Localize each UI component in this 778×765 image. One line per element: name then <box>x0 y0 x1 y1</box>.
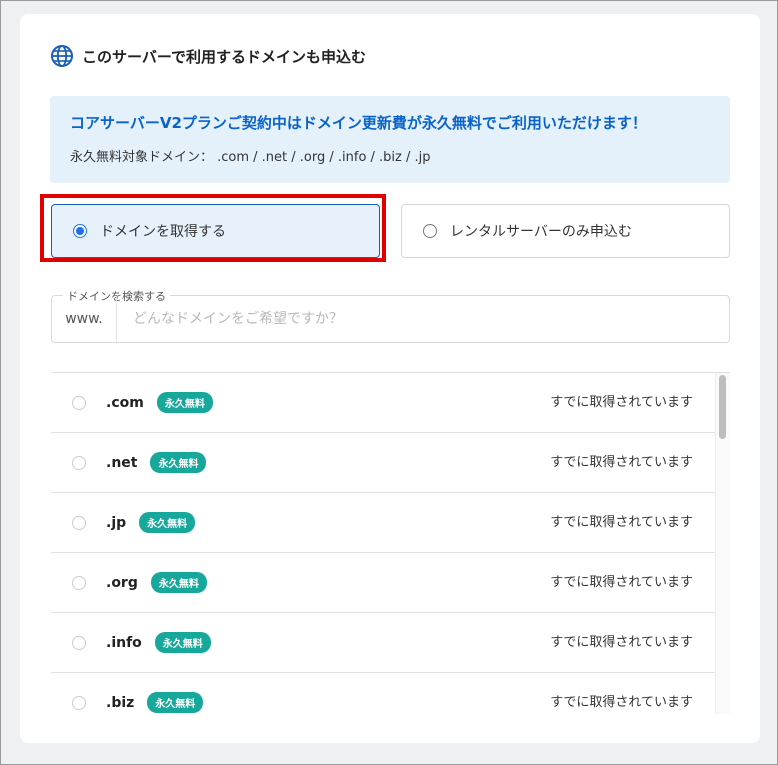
domain-search-field: ドメインを検索する www. <box>51 288 730 343</box>
globe-icon <box>51 45 73 67</box>
option-label: レンタルサーバーのみ申込む <box>450 224 632 240</box>
domain-list-rows: .com 永久無料 すでに取得されています .net 永久無料 すでに取得されて… <box>51 373 715 714</box>
search-input[interactable] <box>117 296 727 342</box>
free-badge: 永久無料 <box>150 572 207 593</box>
free-badge: 永久無料 <box>147 692 204 713</box>
domain-row[interactable]: .net 永久無料 すでに取得されています <box>51 433 715 493</box>
option-get-domain[interactable]: ドメインを取得する <box>51 204 380 258</box>
domain-radio[interactable] <box>72 695 86 710</box>
page-title: このサーバーで利用するドメインも申込む <box>82 47 366 66</box>
domain-row[interactable]: .info 永久無料 すでに取得されています <box>51 613 715 673</box>
domain-status: すでに取得されています <box>550 695 693 710</box>
domain-tld: .com <box>106 394 144 411</box>
domain-list: .com 永久無料 すでに取得されています .net 永久無料 すでに取得されて… <box>51 372 730 714</box>
domain-row[interactable]: .org 永久無料 すでに取得されています <box>51 553 715 613</box>
domain-status: すでに取得されています <box>550 635 693 650</box>
free-badge: 永久無料 <box>156 392 213 413</box>
radio-unselected[interactable] <box>423 224 437 238</box>
domain-tld: .net <box>106 454 138 471</box>
option-server-only[interactable]: レンタルサーバーのみ申込む <box>401 204 730 258</box>
info-banner-subtitle: 永久無料対象ドメイン： .com / .net / .org / .info /… <box>70 150 431 165</box>
domain-radio[interactable] <box>72 515 86 530</box>
domain-radio[interactable] <box>72 395 86 410</box>
option-label: ドメインを取得する <box>100 224 226 240</box>
domain-tld: .jp <box>106 514 127 531</box>
info-banner: コアサーバーV2プランご契約中はドメイン更新費が永久無料でご利用いただけます！ … <box>50 96 730 183</box>
domain-tld: .info <box>106 634 142 651</box>
domain-status: すでに取得されています <box>550 395 693 410</box>
domain-radio[interactable] <box>72 575 86 590</box>
list-scrollbar[interactable] <box>715 373 730 714</box>
domain-row[interactable]: .jp 永久無料 すでに取得されています <box>51 493 715 553</box>
domain-radio[interactable] <box>72 635 86 650</box>
domain-tld: .biz <box>106 694 135 711</box>
info-banner-title: コアサーバーV2プランご契約中はドメイン更新費が永久無料でご利用いただけます！ <box>70 114 647 132</box>
search-prefix: www. <box>52 296 117 342</box>
domain-status: すでに取得されています <box>550 455 693 470</box>
domain-status: すでに取得されています <box>550 575 693 590</box>
domain-radio[interactable] <box>72 455 86 470</box>
free-badge: 永久無料 <box>139 512 196 533</box>
domain-tld: .org <box>106 574 138 591</box>
free-badge: 永久無料 <box>150 452 207 473</box>
scrollbar-thumb[interactable] <box>719 375 726 439</box>
radio-selected[interactable] <box>73 224 87 238</box>
domain-status: すでに取得されています <box>550 515 693 530</box>
section-header: このサーバーで利用するドメインも申込む <box>50 44 366 68</box>
domain-row[interactable]: .com 永久無料 すでに取得されています <box>51 373 715 433</box>
free-badge: 永久無料 <box>154 632 211 653</box>
domain-row[interactable]: .biz 永久無料 すでに取得されています <box>51 673 715 714</box>
